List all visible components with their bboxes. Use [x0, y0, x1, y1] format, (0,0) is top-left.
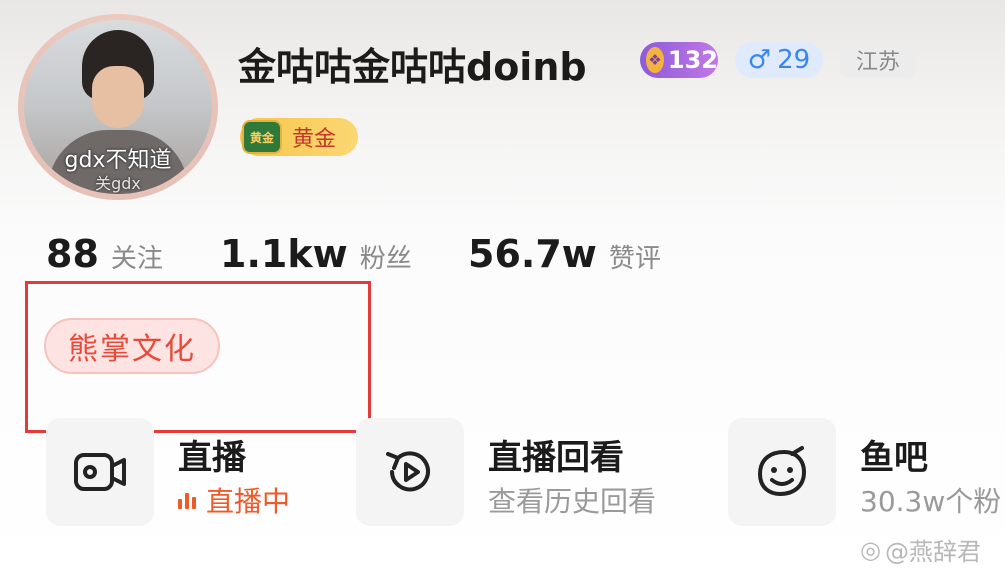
stat-label: 关注 — [110, 244, 163, 274]
guild-tag[interactable]: 熊掌文化 — [44, 318, 220, 374]
gender-count: 29 — [777, 45, 811, 75]
live-bars-icon — [178, 491, 196, 509]
weibo-icon: ◎ — [860, 535, 881, 564]
level-badge[interactable]: ❖ 132 — [640, 42, 718, 78]
avatar-image: gdx不知道 关gdx — [24, 20, 212, 194]
live-button-icon-tile[interactable] — [46, 418, 154, 526]
live-status-text: 直播中 — [206, 485, 291, 518]
level-shield-icon: ❖ — [646, 47, 664, 73]
replay-button-icon-tile[interactable] — [356, 418, 464, 526]
watermark-text: @燕辞君 — [884, 538, 981, 566]
stat-following[interactable]: 88 关注 — [46, 232, 163, 276]
feature-title-fishbar[interactable]: 鱼吧 — [860, 430, 928, 479]
region-badge: 江苏 — [840, 42, 916, 78]
feature-subtitle-replay: 查看历史回看 — [488, 485, 657, 518]
stat-value: 1.1kw — [220, 232, 348, 276]
avatar-overlay-text-2: 关gdx — [95, 174, 141, 193]
watermark: ◎ @燕辞君 — [860, 532, 981, 567]
stat-value: 56.7w — [468, 232, 597, 276]
stat-label: 粉丝 — [359, 244, 412, 274]
live-status: 直播中 — [178, 480, 290, 520]
gender-badge: ♂ 29 — [735, 42, 823, 78]
replay-icon — [386, 451, 430, 492]
username: 金咕咕金咕咕doinb — [238, 45, 587, 89]
fish-bar-face-icon — [757, 446, 807, 497]
rank-badge[interactable]: 黄金 黄金 — [240, 118, 358, 156]
avatar-face — [92, 66, 144, 128]
stat-label: 赞评 — [608, 244, 661, 274]
feature-title-live[interactable]: 直播 — [178, 430, 246, 479]
feature-subtitle-fishbar: 30.3w个粉 — [860, 485, 1002, 518]
stat-likes[interactable]: 56.7w 赞评 — [468, 232, 661, 276]
fishbar-button-icon-tile[interactable] — [728, 418, 836, 526]
rank-label: 黄金 — [292, 127, 337, 152]
gold-rank-emblem-icon: 黄金 — [242, 120, 282, 154]
level-value: 132 — [667, 46, 718, 74]
male-icon: ♂ — [747, 45, 772, 75]
feature-title-replay[interactable]: 直播回看 — [488, 430, 624, 479]
stat-fans[interactable]: 1.1kw 粉丝 — [220, 232, 412, 276]
avatar[interactable]: gdx不知道 关gdx — [18, 14, 218, 200]
stat-value: 88 — [46, 232, 99, 276]
video-camera-icon — [74, 453, 126, 491]
